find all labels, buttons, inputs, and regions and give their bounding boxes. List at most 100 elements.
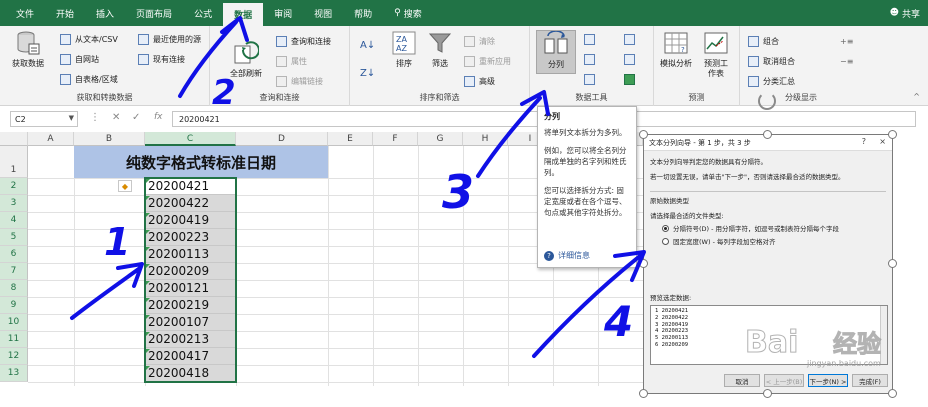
column-header[interactable]: F <box>373 132 418 146</box>
row-header[interactable]: 11 <box>0 331 28 348</box>
data-cell[interactable]: 20200113 <box>145 246 236 263</box>
data-cell[interactable]: 20200421 <box>145 178 236 195</box>
row-header[interactable]: 2 <box>0 178 28 195</box>
sort-desc-icon[interactable]: Z↓ <box>360 66 375 80</box>
tab-formulas[interactable]: 公式 <box>183 0 223 26</box>
tab-home[interactable]: 开始 <box>45 0 85 26</box>
back-button[interactable]: < 上一步(B) <box>764 374 804 387</box>
what-if-analysis-button[interactable]: ? 模拟分析 <box>656 30 696 69</box>
resize-handle[interactable] <box>888 389 897 398</box>
select-all-corner[interactable] <box>0 132 28 146</box>
from-table-button[interactable]: 自表格/区域 <box>60 72 118 86</box>
filter-button[interactable]: 筛选 <box>420 30 460 69</box>
row-header[interactable]: 9 <box>0 297 28 314</box>
column-header[interactable]: D <box>236 132 328 146</box>
row-header[interactable]: 3 <box>0 195 28 212</box>
delimited-radio[interactable]: 分隔符号(D) - 用分隔字符，如逗号或制表符分隔每个字段 <box>662 223 886 233</box>
close-icon[interactable]: × <box>879 137 886 146</box>
from-web-button[interactable]: 自网站 <box>60 52 99 66</box>
row-header[interactable]: 13 <box>0 365 28 382</box>
resize-handle[interactable] <box>639 130 648 139</box>
cancel-button[interactable]: 取消 <box>724 374 760 387</box>
queries-connections-button[interactable]: 查询和连接 <box>276 34 331 48</box>
data-model-icon[interactable] <box>624 72 639 86</box>
row-header[interactable]: 8 <box>0 280 28 297</box>
name-box[interactable]: C2 ▼ <box>10 111 78 127</box>
tab-data[interactable]: 数据 <box>223 3 264 26</box>
column-header[interactable]: C <box>145 132 236 146</box>
tab-review[interactable]: 审阅 <box>263 0 303 26</box>
cancel-icon[interactable]: ✕ <box>112 112 120 123</box>
resize-handle[interactable] <box>763 389 772 398</box>
row-header[interactable]: 1 <box>0 146 28 178</box>
row-header[interactable]: 4 <box>0 212 28 229</box>
subtotal-button[interactable]: 分类汇总 <box>748 74 795 88</box>
row-header[interactable]: 10 <box>0 314 28 331</box>
data-cell[interactable]: 20200213 <box>145 331 236 348</box>
column-header[interactable]: B <box>74 132 145 146</box>
edit-links-button[interactable]: 编辑链接 <box>276 74 323 88</box>
data-cell[interactable]: 20200219 <box>145 297 236 314</box>
reapply-button[interactable]: 重新应用 <box>464 54 511 68</box>
rotate-handle-icon[interactable] <box>758 92 776 110</box>
resize-handle[interactable] <box>639 259 648 268</box>
hide-detail-icon[interactable]: −≡ <box>840 54 853 68</box>
resize-handle[interactable] <box>639 389 648 398</box>
ungroup-button[interactable]: 取消组合 <box>748 54 795 68</box>
tab-page-layout[interactable]: 页面布局 <box>125 0 183 26</box>
refresh-all-button[interactable]: 全部刷新 <box>226 40 266 79</box>
share-button[interactable]: ☻ 共享 <box>890 0 920 26</box>
data-cell[interactable]: 20200418 <box>145 365 236 382</box>
clear-button[interactable]: 清除 <box>464 34 495 48</box>
column-header[interactable]: E <box>328 132 373 146</box>
sort-button[interactable]: ZA AZ 排序 <box>384 30 424 69</box>
fixed-width-radio[interactable]: 固定宽度(W) - 每列字段加空格对齐 <box>662 236 886 246</box>
consolidate-icon[interactable] <box>624 32 639 46</box>
data-cell[interactable]: 20200107 <box>145 314 236 331</box>
data-cell[interactable]: 20200121 <box>145 280 236 297</box>
from-text-csv-button[interactable]: 从文本/CSV <box>60 32 118 46</box>
tab-insert[interactable]: 插入 <box>85 0 125 26</box>
recent-sources-button[interactable]: 最近使用的源 <box>138 32 201 46</box>
collapse-ribbon-icon[interactable]: ^ <box>913 92 920 101</box>
resize-handle[interactable] <box>888 130 897 139</box>
sort-asc-icon[interactable]: A↓ <box>360 38 375 52</box>
row-header[interactable]: 6 <box>0 246 28 263</box>
group-button[interactable]: 组合 <box>748 34 779 48</box>
data-validation-icon[interactable] <box>584 72 599 86</box>
warning-icon[interactable]: ◆ <box>118 180 132 192</box>
finish-button[interactable]: 完成(F) <box>852 374 888 387</box>
existing-connections-button[interactable]: 现有连接 <box>138 52 185 66</box>
forecast-sheet-button[interactable]: 预测工作表 <box>696 30 736 79</box>
flash-fill-icon[interactable] <box>584 32 599 46</box>
column-header[interactable]: A <box>28 132 74 146</box>
resize-handle[interactable] <box>763 130 772 139</box>
tab-search[interactable]: ⚲ 搜索 <box>383 0 433 26</box>
relationships-icon[interactable] <box>624 52 639 66</box>
data-cell[interactable]: 20200419 <box>145 212 236 229</box>
insert-function-icon[interactable]: fx <box>154 112 163 122</box>
row-header[interactable]: 7 <box>0 263 28 280</box>
enter-icon[interactable]: ✓ <box>132 112 140 123</box>
row-header[interactable]: 12 <box>0 348 28 365</box>
advanced-button[interactable]: 高级 <box>464 74 495 88</box>
row-header[interactable]: 5 <box>0 229 28 246</box>
get-data-button[interactable]: 获取数据 <box>8 30 48 69</box>
remove-duplicates-icon[interactable] <box>584 52 599 66</box>
help-button[interactable]: ? <box>862 137 866 146</box>
resize-handle[interactable] <box>888 259 897 268</box>
column-header[interactable]: H <box>463 132 508 146</box>
show-detail-icon[interactable]: +≡ <box>840 34 853 48</box>
text-to-columns-button[interactable]: 分列 <box>536 30 576 74</box>
more-info-link[interactable]: ? 详细信息 <box>544 250 590 261</box>
data-cell[interactable]: 20200223 <box>145 229 236 246</box>
data-cell[interactable]: 20200209 <box>145 263 236 280</box>
data-cell[interactable]: 20200422 <box>145 195 236 212</box>
properties-button[interactable]: 属性 <box>276 54 307 68</box>
next-button[interactable]: 下一步(N) > <box>808 374 848 387</box>
tab-help[interactable]: 帮助 <box>343 0 383 26</box>
tab-view[interactable]: 视图 <box>303 0 343 26</box>
column-header[interactable]: G <box>418 132 463 146</box>
data-cell[interactable]: 20200417 <box>145 348 236 365</box>
title-cell[interactable]: 纯数字格式转标准日期 <box>74 146 328 178</box>
